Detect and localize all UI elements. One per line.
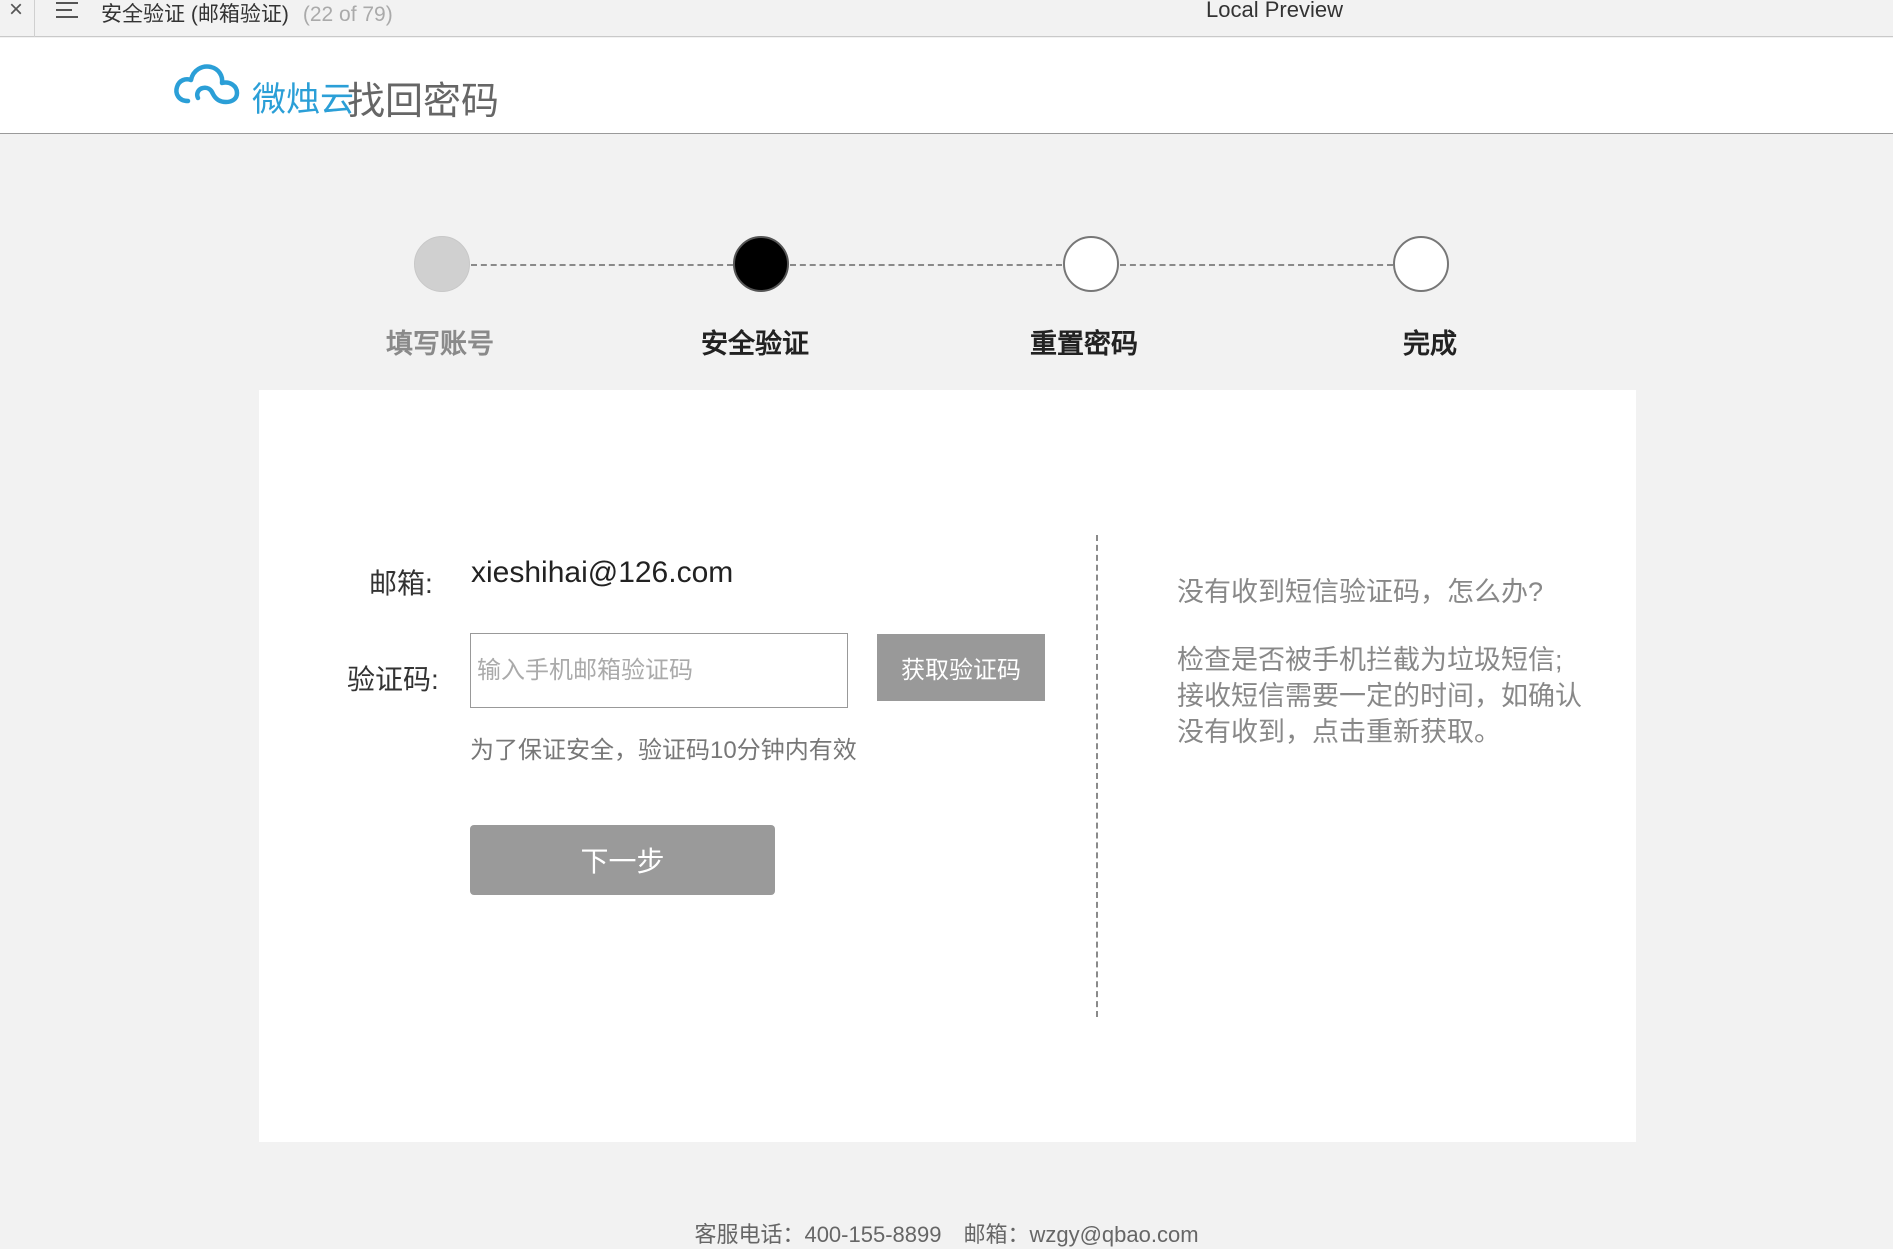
email-label: 邮箱:	[369, 568, 433, 599]
code-label: 验证码:	[347, 664, 439, 695]
step-connector	[471, 264, 733, 266]
help-question: 没有收到短信验证码，怎么办?	[1177, 577, 1544, 607]
cloud-logo-icon[interactable]	[172, 61, 242, 109]
vertical-divider	[1096, 535, 1098, 1017]
next-step-button[interactable]: 下一步	[470, 825, 775, 895]
step-label-security-verify: 安全验证	[701, 329, 809, 359]
verification-card: 邮箱: xieshihai@126.com 验证码: 获取验证码 为了保证安全，…	[259, 390, 1636, 1142]
help-line-2: 接收短信需要一定的时间，如确认	[1177, 681, 1582, 711]
site-footer: 客服电话：400-155-8899 邮箱：wzgy@qbao.com	[0, 1217, 1893, 1249]
step-3-indicator	[1063, 236, 1119, 292]
document-count: (22 of 79)	[302, 3, 393, 26]
close-icon[interactable]: ×	[4, 0, 28, 22]
support-phone: 客服电话：400-155-8899	[694, 1222, 942, 1247]
email-value: xieshihai@126.com	[471, 556, 734, 589]
get-code-button[interactable]: 获取验证码	[877, 634, 1045, 701]
step-2-indicator	[733, 236, 789, 292]
support-email[interactable]: 邮箱：wzgy@qbao.com	[963, 1222, 1198, 1247]
menu-icon[interactable]	[56, 2, 80, 20]
step-connector	[790, 264, 1062, 266]
brand-name[interactable]: 微烛云	[252, 72, 354, 121]
help-line-3: 没有收到，点击重新获取。	[1177, 717, 1501, 747]
verification-code-input[interactable]	[470, 633, 848, 708]
step-1-indicator	[414, 236, 470, 292]
step-connector	[1120, 264, 1393, 266]
preview-toolbar: × 安全验证 (邮箱验证) (22 of 79) Local Preview	[0, 0, 1893, 37]
step-label-reset-password: 重置密码	[1030, 329, 1138, 359]
step-label-fill-account: 填写账号	[386, 329, 494, 359]
document-title-text: 安全验证 (邮箱验证)	[101, 3, 289, 26]
step-4-indicator	[1393, 236, 1449, 292]
help-line-1: 检查是否被手机拦截为垃圾短信;	[1177, 645, 1563, 675]
app-title: Local Preview	[1206, 0, 1343, 22]
toolbar-divider	[34, 0, 35, 37]
page-title: 找回密码	[347, 81, 500, 123]
document-title: 安全验证 (邮箱验证) (22 of 79)	[101, 0, 393, 28]
code-validity-hint: 为了保证安全，验证码10分钟内有效	[470, 737, 857, 764]
site-header: 微烛云 找回密码	[0, 38, 1893, 134]
step-label-complete: 完成	[1403, 329, 1457, 359]
